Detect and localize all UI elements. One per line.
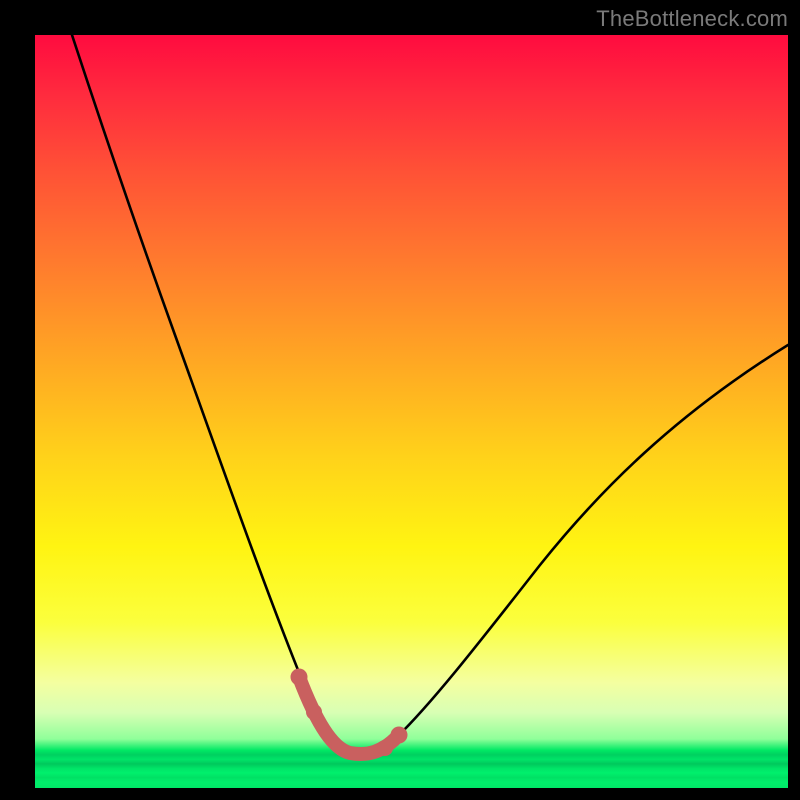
bottleneck-curve [72,35,788,753]
plot-area [35,35,788,788]
marker-dot-mid [306,704,322,720]
chart-stage: TheBottleneck.com [0,0,800,800]
marker-dot-right-b [391,727,408,744]
watermark-text: TheBottleneck.com [596,6,788,32]
curve-layer [35,35,788,788]
marker-dot-right-a [377,740,393,756]
marker-dot-left [291,669,308,686]
